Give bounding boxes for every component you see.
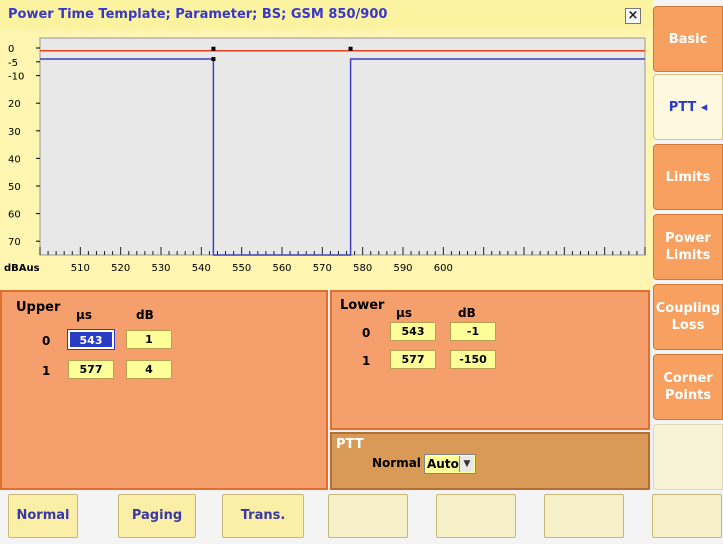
x-tick-label: 530 [151,263,170,274]
x-tick-label: 570 [313,263,332,274]
lower-db-field[interactable]: -150 [450,350,496,369]
corner-point-marker [348,46,353,51]
lower-row-index: 1 [362,354,371,368]
softkey-empty[interactable] [652,494,722,538]
side-tab-bar: Basic PTT ◂ Limits Power Limits Coupling… [653,0,723,490]
lower-label: Lower [340,298,385,313]
tab-corner-points[interactable]: Corner Points [653,354,723,420]
x-tick-label: 600 [434,263,453,274]
x-tick-label: 550 [232,263,251,274]
y-tick-label: -5 [8,58,18,69]
softkey-empty[interactable] [544,494,624,538]
upper-row-index: 1 [42,364,51,378]
x-tick-label: 580 [353,263,372,274]
plot-area [39,37,646,256]
y-tick-label: 50 [8,182,21,193]
y-tick-label: 30 [8,127,21,138]
corner-point-marker [211,46,216,51]
window-title: Power Time Template; Parameter; BS; GSM … [8,7,388,22]
upper-label: Upper [16,300,61,315]
power-time-chart: 0 -5 -10 20 30 40 50 60 70 510 520 530 540 550 560 570 5… [4,37,646,274]
corner-point-marker [211,57,216,62]
y-tick-label: 70 [8,237,21,248]
lower-us-field[interactable]: 543 [390,322,436,341]
dropdown-arrow-icon[interactable]: ▼ [459,456,474,472]
tab-power-limits[interactable]: Power Limits [653,214,723,280]
upper-us-header: µs [76,308,92,322]
x-tick-label: 510 [71,263,90,274]
softkey-bar: Normal Paging Trans. [0,490,723,544]
title-bar: Power Time Template; Parameter; BS; GSM … [0,0,653,31]
tab-ptt[interactable]: PTT ◂ [653,74,723,140]
softkey-paging[interactable]: Paging [118,494,196,538]
upper-db-field[interactable]: 1 [126,330,172,349]
upper-db-header: dB [136,308,154,322]
y-tick-label: 0 [8,44,14,55]
upper-row-index: 0 [42,334,51,348]
x-tick-label: 520 [111,263,130,274]
softkey-empty[interactable] [436,494,516,538]
lower-us-field[interactable]: 577 [390,350,436,369]
tab-basic[interactable]: Basic [653,6,723,72]
x-tick-label: 560 [272,263,291,274]
upper-db-field[interactable]: 4 [126,360,172,379]
lower-row-index: 0 [362,326,371,340]
upper-us-field[interactable]: 577 [68,360,114,379]
x-tick-label: 590 [393,263,412,274]
upper-limits-panel: Upper µs dB 0 543 1 1 577 4 [0,290,328,490]
ptt-mode-label: Normal [372,456,421,470]
x-tick-label: 540 [192,263,211,274]
softkey-normal[interactable]: Normal [8,494,78,538]
lower-db-field[interactable]: -1 [450,322,496,341]
softkey-trans[interactable]: Trans. [222,494,304,538]
ptt-label: PTT [336,437,364,452]
y-tick-label: 60 [8,210,21,221]
softkey-empty[interactable] [328,494,408,538]
tab-empty[interactable] [653,424,723,490]
lower-us-header: µs [396,306,412,320]
ptt-panel: PTT Normal Auto ▼ [330,432,650,490]
y-tick-label: 40 [8,154,21,165]
upper-us-field[interactable]: 543 [67,329,115,350]
tab-coupling-loss[interactable]: Coupling Loss [653,284,723,350]
y-tick-label: 20 [8,99,21,110]
lower-db-header: dB [458,306,476,320]
y-tick-label: -10 [8,72,24,83]
tab-limits[interactable]: Limits [653,144,723,210]
close-button[interactable]: × [625,8,641,24]
x-axis-label: dBAus [4,263,40,274]
ptt-mode-value: Auto [427,457,459,471]
chart-frame: 0 -5 -10 20 30 40 50 60 70 510 520 530 540 550 560 570 5… [0,30,653,289]
lower-limits-panel: Lower µs dB 0 543 -1 1 577 -150 [330,290,650,430]
ptt-mode-select[interactable]: Auto ▼ [424,454,476,474]
